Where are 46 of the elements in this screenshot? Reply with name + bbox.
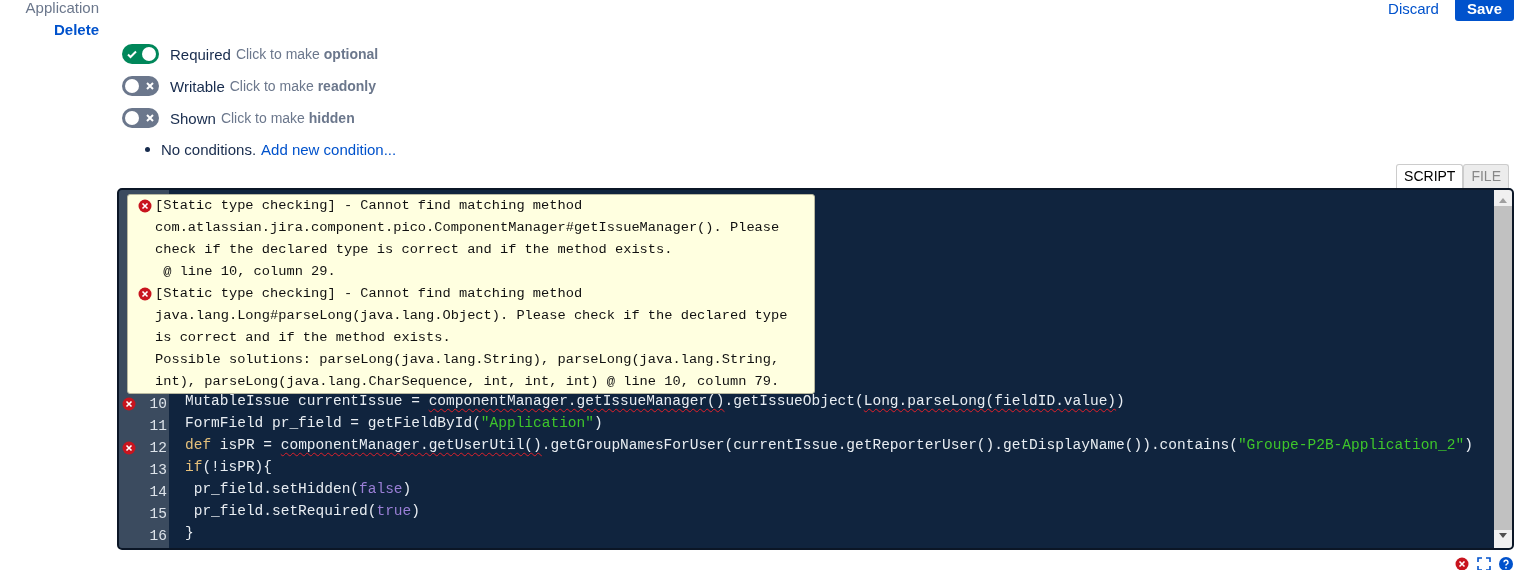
editor-tab[interactable]: SCRIPT <box>1396 164 1464 188</box>
error-icon <box>122 441 136 455</box>
help-icon[interactable] <box>1499 557 1513 570</box>
check-icon <box>127 49 137 59</box>
code-line: FormField pr_field = getFieldById("Application") <box>185 415 603 433</box>
line-number: 11 <box>149 418 167 434</box>
toggle-label: Required <box>170 45 231 63</box>
toggle-hint: Click to make optional <box>235 46 379 62</box>
add-condition-link[interactable]: Add new condition... <box>261 140 397 158</box>
fullscreen-icon[interactable] <box>1477 557 1491 570</box>
error-status-icon <box>1455 557 1469 570</box>
scrollbar-thumb[interactable] <box>1494 206 1512 530</box>
code-line: if(!isPR){ <box>185 459 273 477</box>
save-button[interactable]: Save <box>1454 0 1514 21</box>
toggle-label: Shown <box>170 109 216 127</box>
error-icon <box>138 199 152 213</box>
discard-link[interactable]: Discard <box>1388 0 1439 19</box>
toggle-switch[interactable] <box>122 44 159 64</box>
cross-icon <box>145 81 155 91</box>
delete-link[interactable]: Delete <box>53 20 99 40</box>
code-line: } <box>185 525 194 543</box>
toggle-hint: Click to make readonly <box>229 78 377 94</box>
error-icon <box>138 287 152 301</box>
code-line: MutableIssue currentIssue = componentManager.getIssueManager().getIssueObject(Long.parseLong(fieldID.value)) <box>185 393 1125 411</box>
error-message: [Static type checking] - Cannot find matching method java.lang.Long#parseLong(java.lang.Object). Please check if the declared type is correct and if the method exists. Possible solutions: parseLong(java.lang.String), parseLong(java.lang.String, int), parseLong(java.lang.CharSequence, int, int, int) @ line 10, column 79. <box>155 285 788 391</box>
toggle-switch[interactable] <box>122 108 159 128</box>
toggle-switch[interactable] <box>122 76 159 96</box>
toggle-label: Writable <box>170 77 225 95</box>
line-number: 12 <box>149 440 167 456</box>
toggle-hint: Click to make hidden <box>220 110 355 126</box>
code-line: pr_field.setHidden(false) <box>192 481 412 499</box>
line-number: 16 <box>149 528 167 544</box>
code-line: def isPR = componentManager.getUserUtil().getGroupNamesForUser(currentIssue.getReporterUser().getDisplayName()).contains("Groupe-P2B-Application_2") <box>185 437 1473 455</box>
error-icon <box>122 397 136 411</box>
bullet-icon <box>145 146 150 152</box>
code-line: pr_field.setRequired(true) <box>192 503 420 521</box>
line-number: 10 <box>149 396 167 412</box>
conditions-text: No conditions. <box>161 140 257 158</box>
scroll-up-icon[interactable] <box>1498 196 1508 204</box>
line-number: 14 <box>149 484 167 500</box>
scroll-down-icon[interactable] <box>1498 532 1508 540</box>
line-number: 13 <box>149 462 167 478</box>
error-message: [Static type checking] - Cannot find matching method com.atlassian.jira.component.pico.ComponentManager#getIssueManager(). Please check if the declared type is correct and if the method exists. @ line 10, column 29. <box>155 197 780 281</box>
line-number: 15 <box>149 506 167 522</box>
cross-icon <box>145 113 155 123</box>
field-name: Application <box>25 0 99 18</box>
